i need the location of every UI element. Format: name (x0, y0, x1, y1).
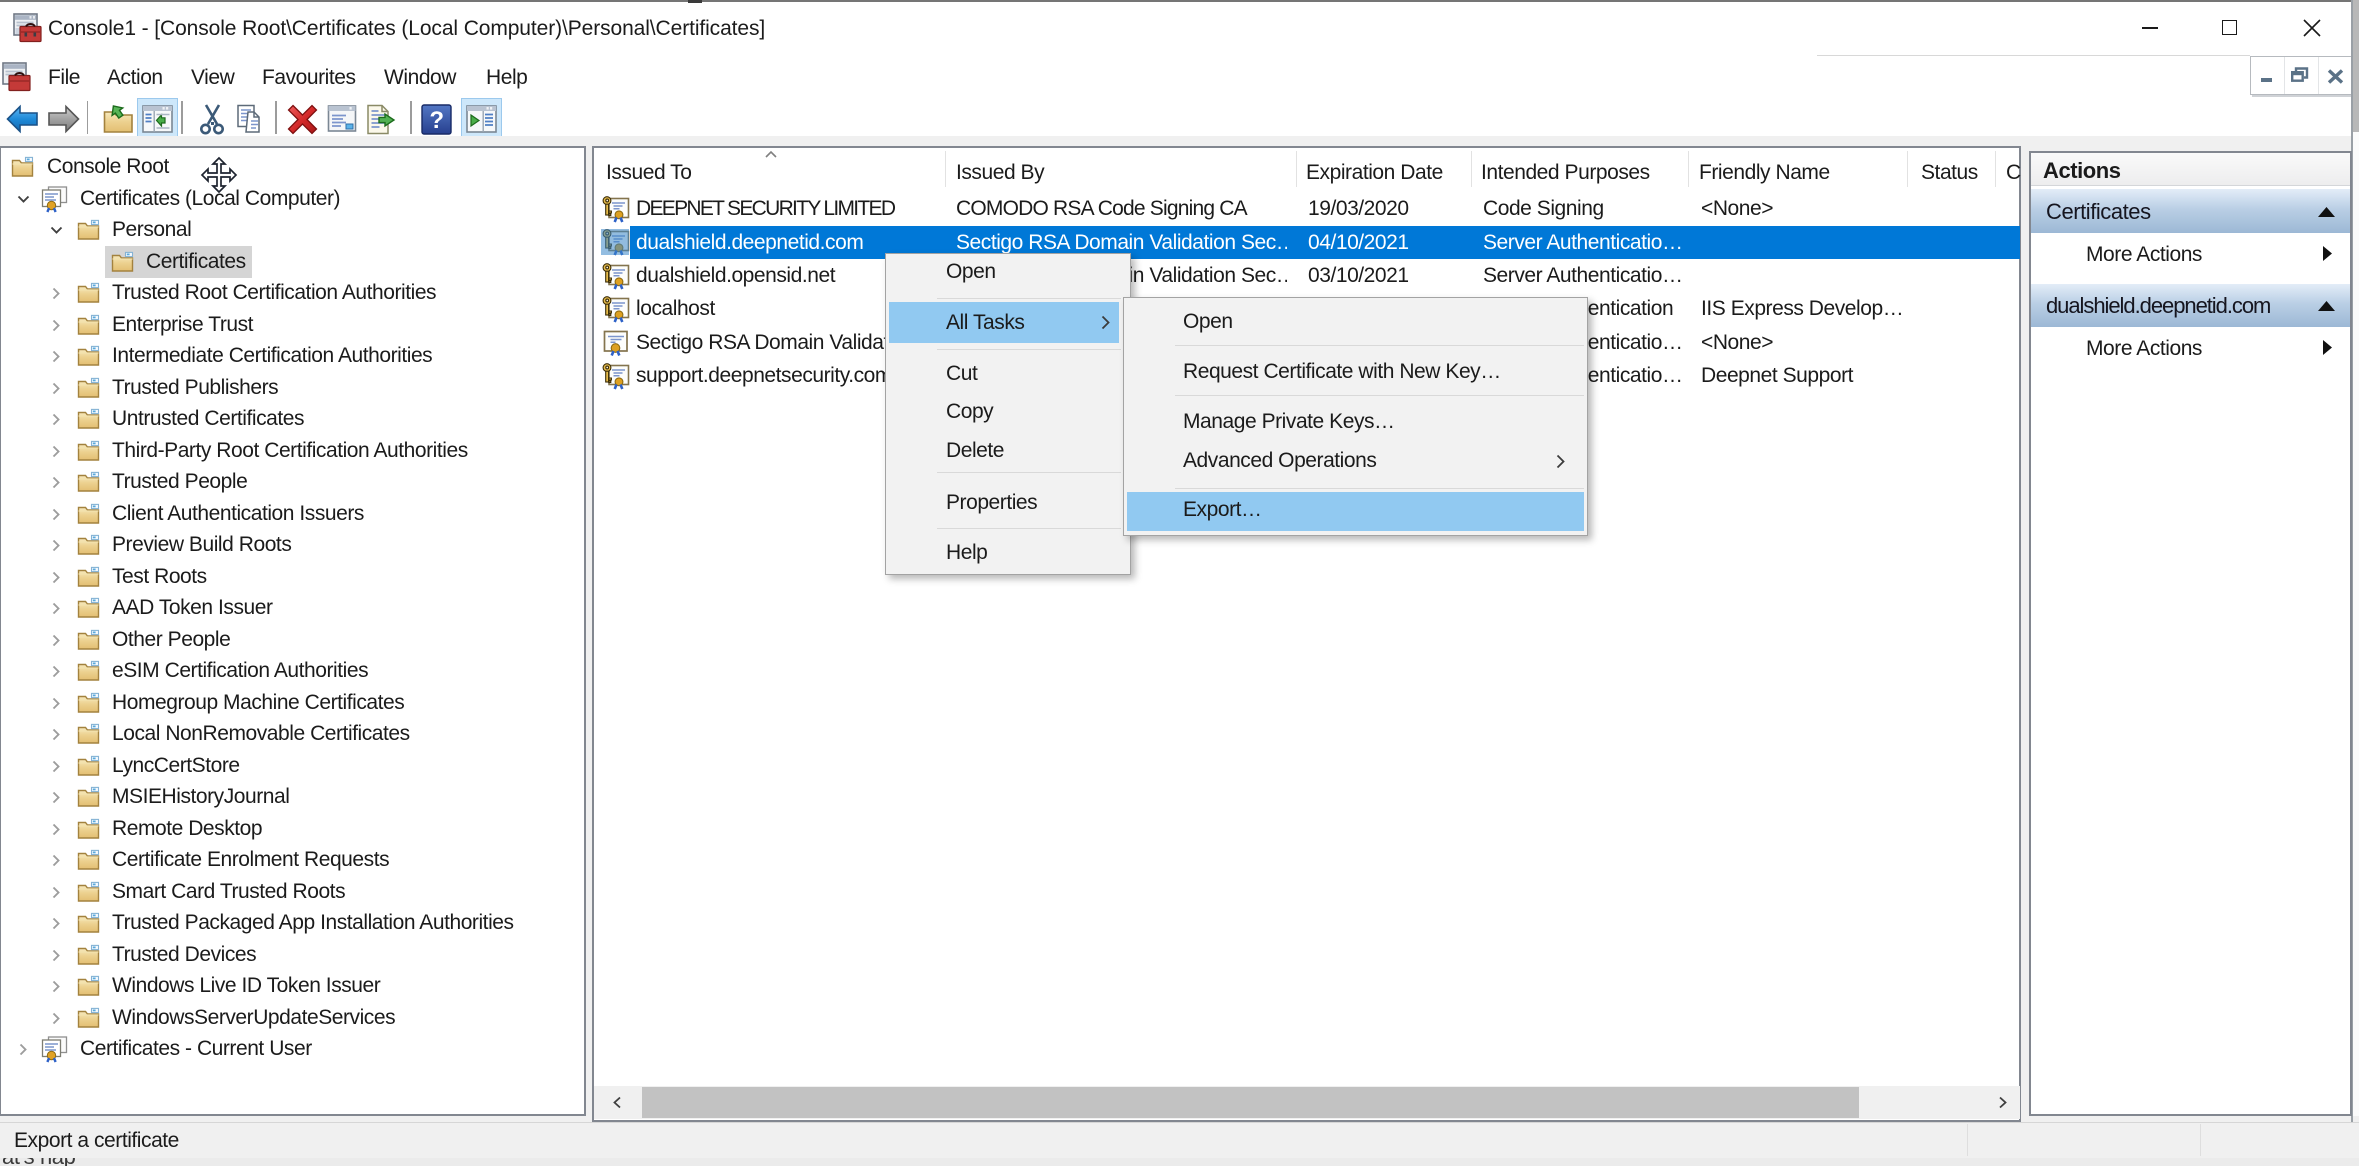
svg-text:?: ? (429, 107, 443, 134)
